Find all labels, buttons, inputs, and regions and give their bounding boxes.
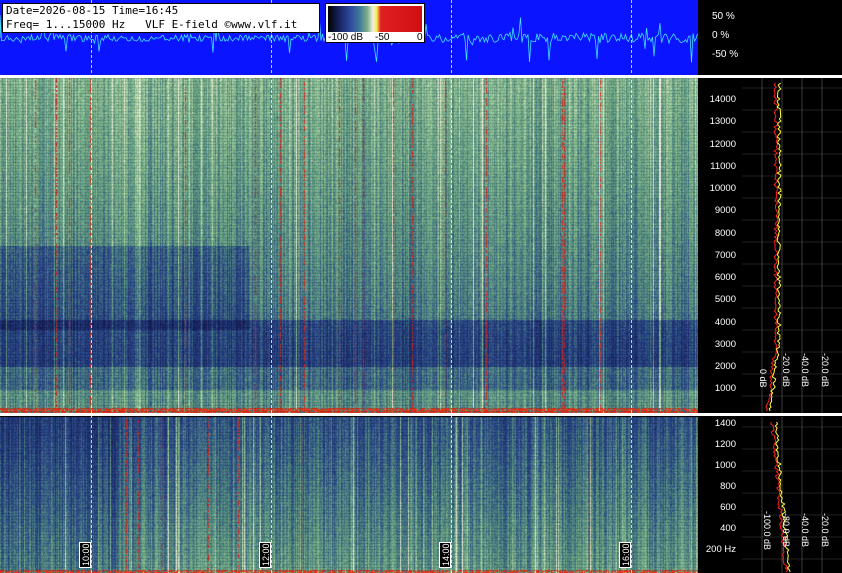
- freq-tick: 13000: [709, 116, 736, 127]
- time-grid-line: [91, 0, 93, 573]
- profile-label: -20.0 dB: [820, 513, 830, 548]
- freq-tick: 600: [720, 502, 736, 513]
- spectrum-profile-low: -100.0 dB -80.0 dB -40.0 dB -20.0 dB: [742, 417, 842, 573]
- freq-tick: 14000: [709, 94, 736, 105]
- freq-tick: 7000: [714, 250, 736, 261]
- spectrum-profile-high: 0 dB -20.0 dB -40.0 dB -20.0 dB: [742, 78, 842, 413]
- freq-tick: 3000: [714, 339, 736, 350]
- vlf-spectrogram-window: Date=2026-08-15 Time=16:45 Freq= 1...150…: [0, 0, 842, 573]
- freq-axis-low: 1400 1200 1000 800 600 400 200 Hz: [698, 417, 742, 573]
- scale-label-50: 50 %: [712, 11, 735, 22]
- time-grid-line: [451, 0, 453, 573]
- profile-label: -80.0 dB: [781, 513, 791, 548]
- time-grid-line: [631, 0, 633, 573]
- freq-tick: 9000: [714, 205, 736, 216]
- freq-tick: 200 Hz: [705, 544, 736, 555]
- freq-tick: 1200: [714, 439, 736, 450]
- freq-tick: 1000: [714, 460, 736, 471]
- scale-label-minus50: -50 %: [712, 49, 739, 60]
- profile-label: -20.0 dB: [781, 353, 791, 388]
- freq-tick: 400: [720, 523, 736, 534]
- freq-tick: 11000: [710, 161, 736, 172]
- colorbar-legend: -100 dB -50 0: [325, 3, 425, 43]
- freq-tick: 6000: [714, 272, 736, 283]
- profile-label: -40.0 dB: [800, 353, 810, 388]
- profile-label: -100.0 dB: [762, 511, 772, 551]
- freq-range-text: Freq= 1...15000 Hz VLF E-field ©www.vlf.…: [6, 18, 298, 31]
- waveform-scale: 50 % 0 % -50 %: [698, 0, 842, 75]
- profile-label: -20.0 dB: [820, 353, 830, 388]
- spectrogram-low-band: [0, 417, 698, 573]
- colorbar-label-min: -100 dB: [328, 32, 364, 43]
- profile-label: 0 dB: [758, 369, 768, 388]
- time-label-1600: 16:00: [619, 542, 631, 568]
- profile-label: -40.0 dB: [800, 513, 810, 548]
- profile-plot-low: [742, 417, 842, 573]
- colorbar-label-max: 0: [417, 32, 423, 43]
- time-label-1000: 10:00: [79, 542, 91, 568]
- freq-tick: 8000: [714, 228, 736, 239]
- freq-tick: 1400: [714, 418, 736, 429]
- scale-label-0: 0 %: [712, 30, 730, 41]
- freq-tick: 4000: [714, 317, 736, 328]
- time-label-1200: 12:00: [259, 542, 271, 568]
- freq-tick: 800: [720, 481, 736, 492]
- spectrogram-high-band: [0, 78, 698, 413]
- freq-tick: 5000: [714, 294, 736, 305]
- freq-tick: 2000: [714, 361, 736, 372]
- freq-tick: 12000: [709, 139, 736, 150]
- time-label-1400: 14:00: [439, 542, 451, 568]
- separator-mid: [0, 413, 842, 416]
- colorbar-label-mid: -50: [375, 32, 390, 43]
- colorbar-gradient: [328, 6, 422, 32]
- freq-axis-high: 14000 13000 12000 11000 10000 9000 8000 …: [698, 78, 742, 413]
- time-grid-line: [271, 0, 273, 573]
- freq-tick: 10000: [709, 183, 736, 194]
- freq-tick: 1000: [714, 383, 736, 394]
